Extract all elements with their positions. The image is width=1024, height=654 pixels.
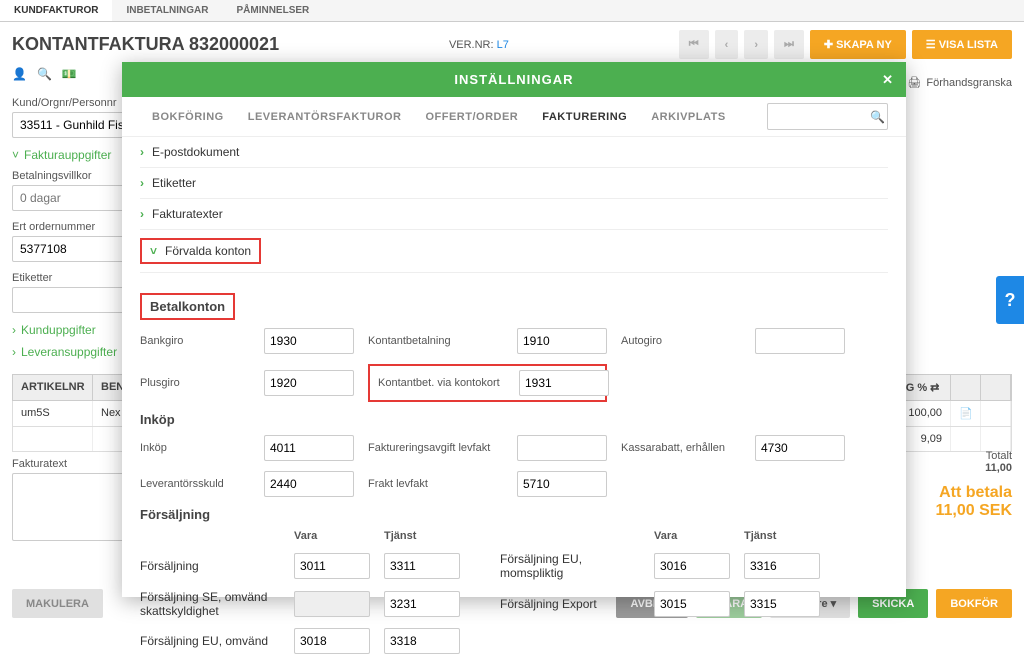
modal-header: INSTÄLLNINGAR ✕ [122,62,906,97]
accordion-etiketter[interactable]: ›Etiketter [140,168,888,199]
modal-search-input[interactable] [770,106,870,127]
modal-tab-lev[interactable]: LEVERANTÖRSFAKTUROR [236,105,414,129]
print-icon: 🖨 [907,76,921,89]
levskuld-input[interactable] [264,471,354,497]
att-betala-value: 11,00 SEK [936,502,1013,520]
nav-first[interactable]: ⏮ [679,30,709,59]
forsaljning-title: Försäljning [140,507,888,522]
skapa-ny-button[interactable]: ✚ SKAPA NY [810,30,906,59]
fors-v5[interactable] [294,628,370,654]
search-icon[interactable]: 🔍 [870,110,885,124]
nav-next[interactable]: › [744,30,768,59]
ver-label: VER.NR: [449,39,494,51]
fors-eu-label: Försäljning EU, momspliktig [500,552,640,580]
modal-tab-fakturering[interactable]: FAKTURERING [530,105,639,129]
levskuld-label: Leverantörsskuld [140,478,250,490]
fors-t5[interactable] [384,628,460,654]
faktavg-input[interactable] [517,435,607,461]
inkop-label: Inköp [140,442,250,454]
frakt-label: Frakt levfakt [368,478,503,490]
makulera-button[interactable]: MAKULERA [12,589,103,618]
th-artikelnr: ARTIKELNR [13,375,93,400]
tab-paminnelser[interactable]: PÅMINNELSER [222,0,323,21]
faktavg-label: Faktureringsavgift levfakt [368,442,503,454]
fors-label: Försäljning [140,559,280,573]
autogiro-label: Autogiro [621,335,741,347]
nav-prev[interactable]: ‹ [715,30,739,59]
accordion-epost[interactable]: ›E-postdokument [140,137,888,168]
money-icon[interactable]: 💵 [62,67,77,81]
tjanst-header: Tjänst [384,530,460,542]
kontokort-input[interactable] [519,370,609,396]
fors-t1[interactable] [384,553,460,579]
fors-exp-label: Försäljning Export [500,597,640,611]
modal-tab-offert[interactable]: OFFERT/ORDER [413,105,530,129]
accordion-fakturatexter[interactable]: ›Fakturatexter [140,199,888,230]
totalt-label: Totalt [936,450,1013,462]
fors-t3[interactable] [384,591,460,617]
tjanst-header-2: Tjänst [744,530,820,542]
inkop-input[interactable] [264,435,354,461]
help-tab[interactable]: ? [996,276,1024,324]
user-icon[interactable]: 👤 [12,67,27,81]
fors-t2[interactable] [744,553,820,579]
kontant-label: Kontantbetalning [368,335,503,347]
page-title: KONTANTFAKTURA 832000021 [12,34,279,55]
tab-kundfakturor[interactable]: KUNDFAKTUROR [0,0,112,21]
plusgiro-input[interactable] [264,370,354,396]
bankgiro-label: Bankgiro [140,335,250,347]
settings-modal: INSTÄLLNINGAR ✕ BOKFÖRING LEVERANTÖRSFAK… [122,62,906,597]
modal-close[interactable]: ✕ [882,72,894,88]
fors-se-label: Försäljning SE, omvänd skattskyldighet [140,590,280,618]
bankgiro-input[interactable] [264,328,354,354]
fors-v4[interactable] [654,591,730,617]
inkop-title: Inköp [140,412,888,427]
fors-v3[interactable] [294,591,370,617]
att-betala-label: Att betala [936,484,1013,502]
modal-tab-bokforing[interactable]: BOKFÖRING [140,105,236,129]
search-icon[interactable]: 🔍 [37,67,52,81]
bokfor-button[interactable]: BOKFÖR [936,589,1012,618]
page-header: KONTANTFAKTURA 832000021 VER.NR: L7 ⏮ ‹ … [0,22,1024,67]
fors-t4[interactable] [744,591,820,617]
betalkonton-title: Betalkonton [140,293,235,320]
fors-euo-label: Försäljning EU, omvänd [140,634,280,648]
frakt-input[interactable] [517,471,607,497]
vara-header-2: Vara [654,530,730,542]
kassa-label: Kassarabatt, erhållen [621,442,741,454]
accordion-forvalda[interactable]: ˅Förvalda konton [140,238,261,264]
autogiro-input[interactable] [755,328,845,354]
kontant-input[interactable] [517,328,607,354]
vara-header: Vara [294,530,370,542]
visa-lista-button[interactable]: ☰ VISA LISTA [912,30,1012,59]
top-tabs: KUNDFAKTUROR INBETALNINGAR PÅMINNELSER [0,0,1024,22]
kontokort-label: Kontantbet. via kontokort [378,377,505,389]
totalt-value: 11,00 [936,462,1013,474]
nav-last[interactable]: ⏭ [774,30,804,59]
kassa-input[interactable] [755,435,845,461]
modal-tab-arkiv[interactable]: ARKIVPLATS [639,105,737,129]
modal-search[interactable]: 🔍 [767,103,888,130]
tab-inbetalningar[interactable]: INBETALNINGAR [112,0,222,21]
fors-v1[interactable] [294,553,370,579]
plusgiro-label: Plusgiro [140,377,250,389]
fors-v2[interactable] [654,553,730,579]
ver-link[interactable]: L7 [497,39,509,51]
preview-link[interactable]: 🖨 Förhandsgranska [907,76,1012,89]
